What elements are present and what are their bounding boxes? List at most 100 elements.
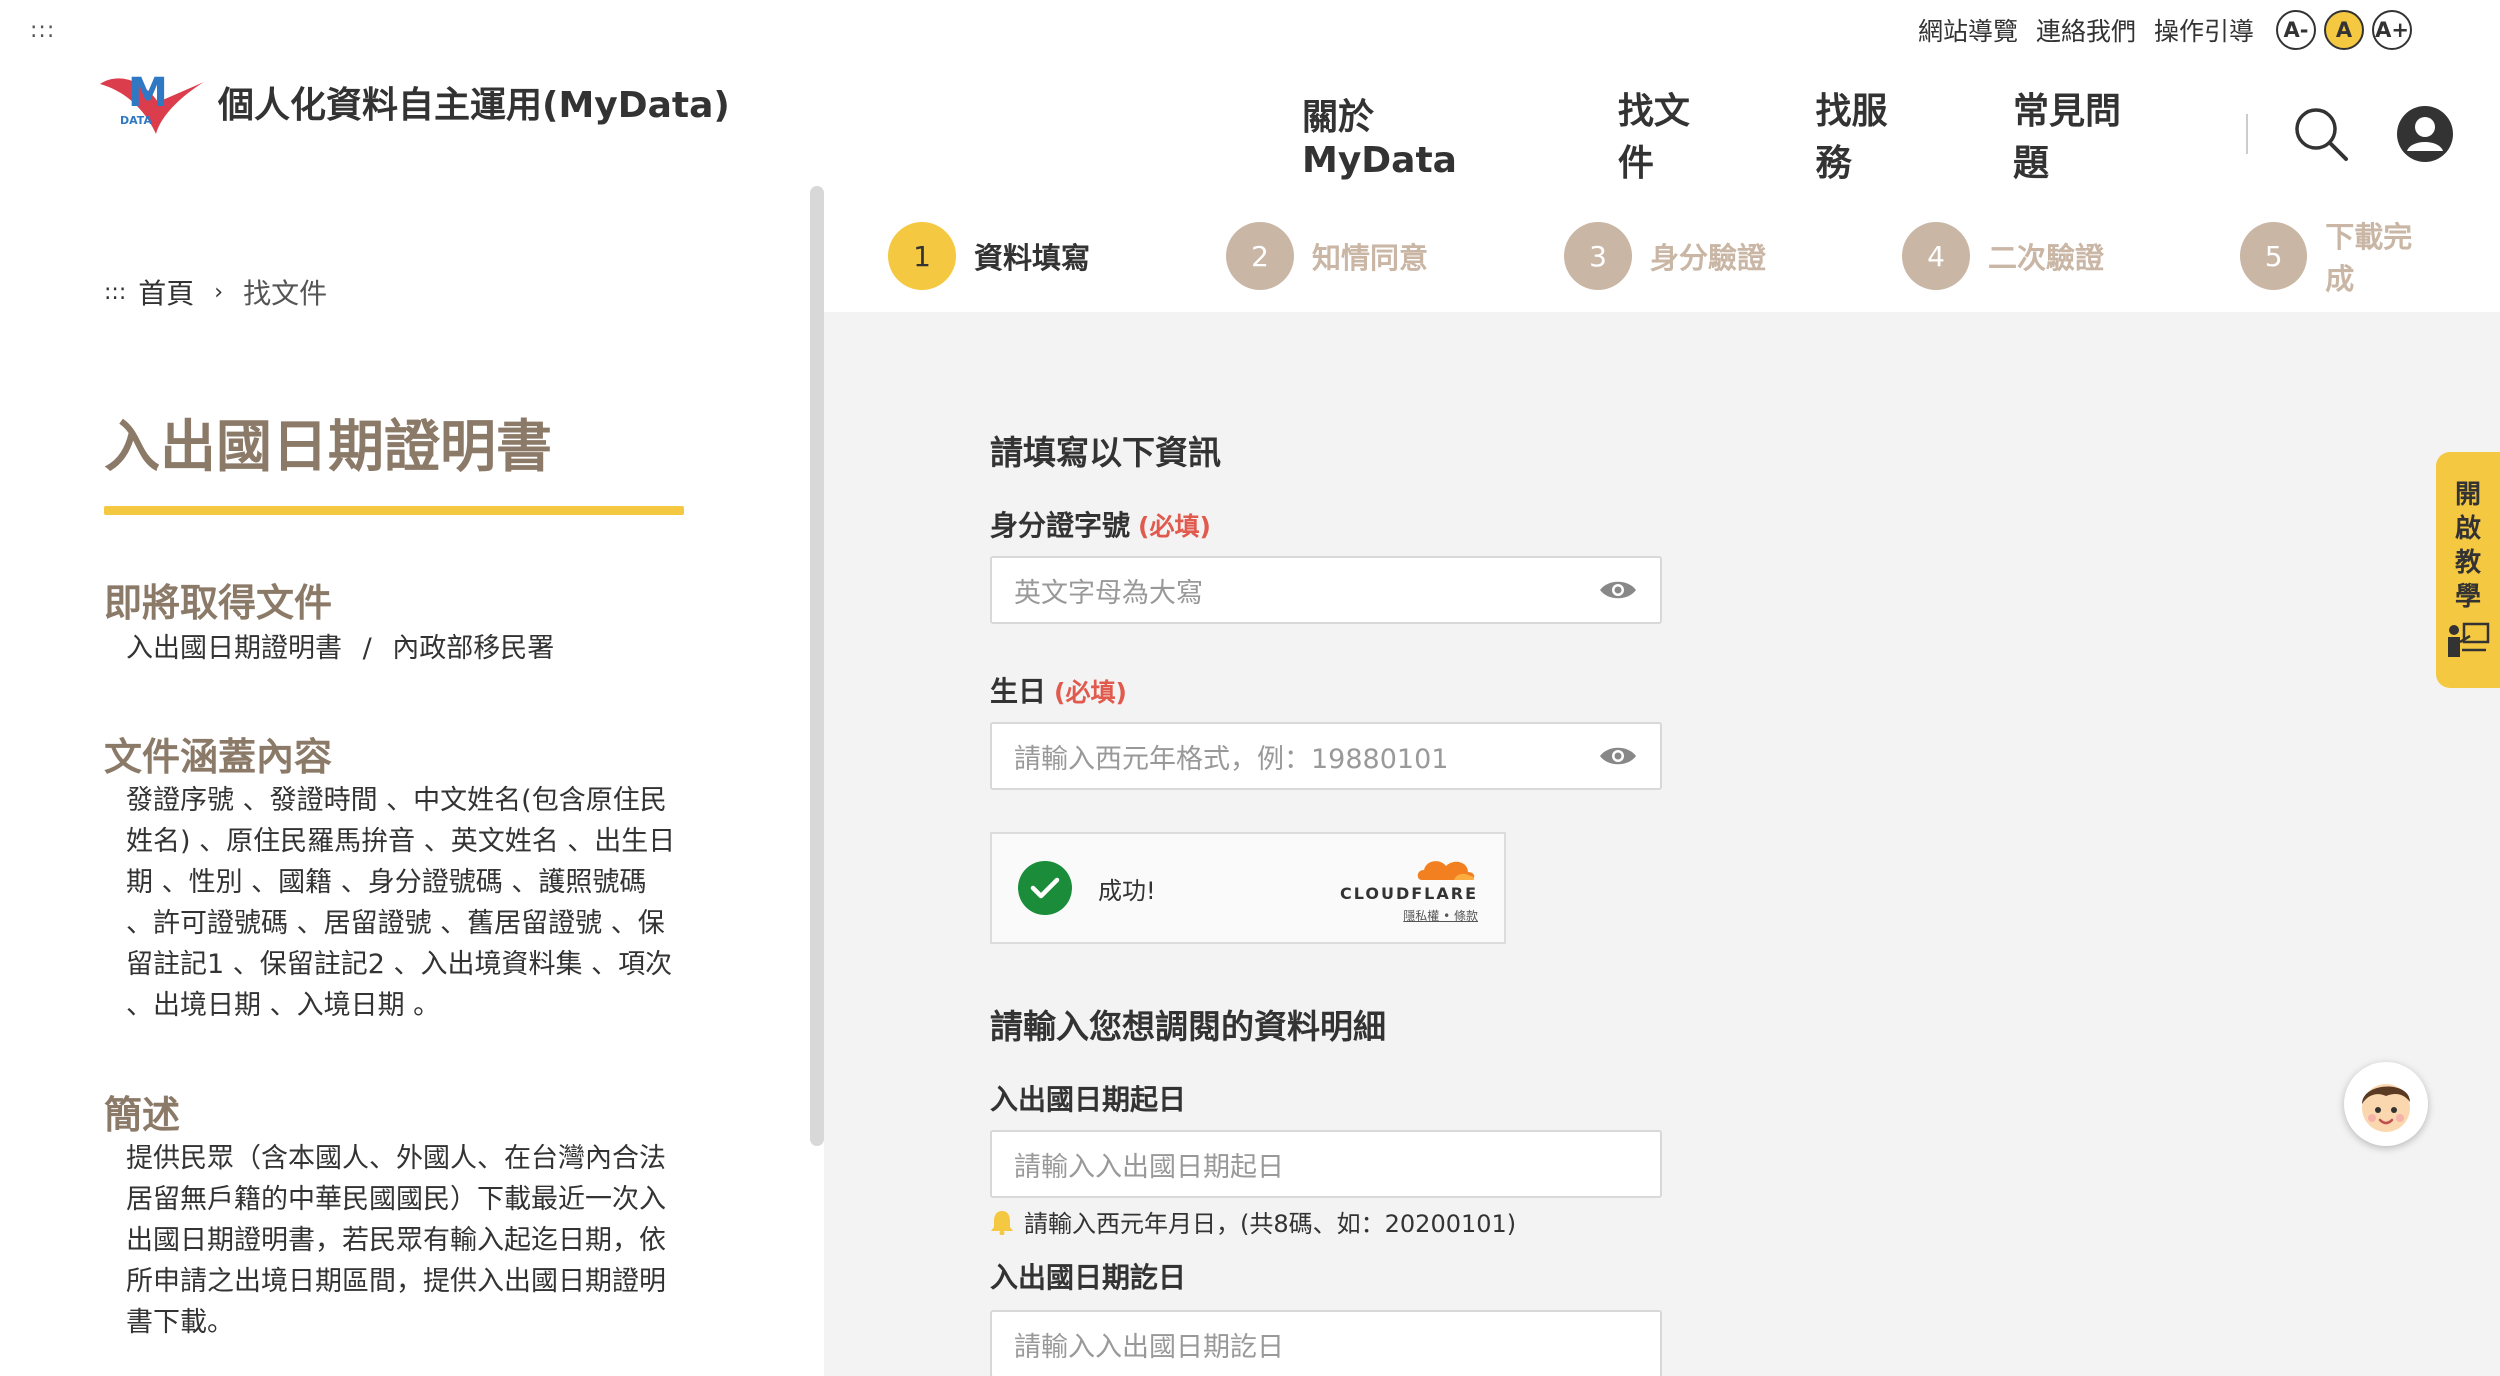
assistant-avatar-button[interactable]: [2344, 1062, 2428, 1146]
verification-status: 成功!: [1098, 876, 1156, 905]
id-number-placeholder: 英文字母為大寫: [1014, 577, 1203, 609]
step-label: 知情同意: [1312, 241, 1429, 275]
step-number: 4: [1902, 222, 1970, 290]
id-label: 身分證字號 (必填): [990, 504, 1211, 544]
left-scrollbar[interactable]: [810, 186, 824, 1146]
summary-line: 所申請之出境日期區間，提供入出國日期證明: [126, 1266, 666, 1297]
required-marker: (必填): [1054, 678, 1127, 707]
skip-link[interactable]: :::: [30, 18, 55, 43]
step-number: 2: [1226, 222, 1294, 290]
coverage-line: 姓名) 、原住民羅馬拚音 、英文姓名 、出生日: [126, 826, 676, 857]
breadcrumb: ::: 首頁 › 找文件: [104, 272, 327, 312]
open-tutorial-button[interactable]: 開 啟 教 學: [2436, 452, 2500, 688]
start-date-input[interactable]: 請輸入入出國日期起日: [990, 1130, 1662, 1198]
nav-about[interactable]: 關於MyData: [1302, 88, 1528, 181]
coverage-line: 發證序號 、發證時間 、中文姓名(包含原住民: [126, 785, 667, 816]
form-heading: 請填寫以下資訊: [990, 433, 1221, 472]
coverage-text: 發證序號 、發證時間 、中文姓名(包含原住民 姓名) 、原住民羅馬拚音 、英文姓…: [126, 780, 686, 1026]
step-label: 資料填寫: [974, 241, 1091, 275]
date-format-hint-text: 請輸入西元年月日，(共8碼、如：20200101): [1024, 1210, 1517, 1238]
start-date-placeholder: 請輸入入出國日期起日: [1014, 1151, 1284, 1183]
font-small-button[interactable]: A-: [2276, 10, 2316, 50]
step-label: 身分驗證: [1650, 241, 1767, 275]
coverage-line: 期 、性別 、國籍 、身分證號碼 、護照號碼: [126, 867, 647, 898]
tutorial-char: 教: [2454, 548, 2481, 578]
end-date-label: 入出國日期訖日: [990, 1261, 1187, 1294]
sitemap-link[interactable]: 網站導覽: [1918, 12, 2018, 48]
obtain-heading: 即將取得文件: [104, 581, 333, 625]
mydata-logo[interactable]: M DATA: [98, 62, 206, 138]
obtain-doc: 入出國日期證明書: [126, 633, 342, 664]
coverage-line: 、許可證號碼 、居留證號 、舊居留證號 、保: [126, 908, 665, 939]
step-consent: 2 知情同意: [1226, 214, 1564, 298]
required-marker: (必填): [1138, 512, 1211, 541]
step-identity: 3 身分驗證: [1564, 214, 1902, 298]
obtain-sep: /: [362, 633, 372, 664]
teacher-icon: [2448, 622, 2490, 657]
tutorial-char: 啟: [2454, 514, 2481, 544]
eye-icon[interactable]: [1598, 578, 1638, 602]
search-button[interactable]: [2292, 105, 2350, 163]
svg-text:M: M: [128, 70, 168, 116]
boy-avatar-icon: [2362, 1084, 2410, 1132]
step-number: 5: [2240, 222, 2308, 290]
start-date-label: 入出國日期起日: [990, 1083, 1187, 1116]
success-check-icon: [1018, 861, 1072, 915]
date-format-hint: 請輸入西元年月日，(共8碼、如：20200101): [990, 1204, 1516, 1239]
end-date-input[interactable]: 請輸入入出國日期訖日: [990, 1310, 1662, 1376]
coverage-line: 留註記1 、保留註記2 、入出境資料集 、項次: [126, 949, 673, 980]
summary-line: 居留無戶籍的中華民國國民）下載最近一次入: [126, 1184, 666, 1215]
user-button[interactable]: [2396, 105, 2454, 163]
birthday-placeholder: 請輸入西元年格式，例：19880101: [1014, 743, 1449, 775]
search-icon: [2295, 108, 2349, 161]
cloudflare-branding: CLOUDFLARE 隱私權 • 條款: [1340, 852, 1478, 924]
page-title: 入出國日期證明書: [104, 415, 552, 480]
detail-heading: 請輸入您想調閱的資料明細: [990, 1007, 1386, 1046]
nav-find-service[interactable]: 找服務: [1815, 82, 1923, 186]
id-number-input[interactable]: 英文字母為大寫: [990, 556, 1662, 624]
breadcrumb-skip[interactable]: :::: [104, 280, 126, 305]
breadcrumb-home[interactable]: 首頁: [138, 272, 194, 312]
font-medium-button[interactable]: A: [2324, 10, 2364, 50]
step-download: 5 下載完成: [2240, 214, 2440, 298]
nav-find-document[interactable]: 找文件: [1618, 82, 1726, 186]
tutorial-char: 學: [2454, 582, 2481, 612]
title-underline: [104, 506, 684, 515]
tutorial-char: 開: [2454, 480, 2481, 510]
birth-label: 生日 (必填): [990, 670, 1127, 710]
obtain-agency: 內政部移民署: [392, 633, 555, 664]
svg-text:DATA: DATA: [120, 114, 152, 127]
cloudflare-links[interactable]: 隱私權 • 條款: [1403, 907, 1478, 924]
nav-faq[interactable]: 常見問題: [2013, 82, 2156, 186]
summary-line: 書下載。: [126, 1307, 234, 1338]
step-fill-info: 1 資料填寫: [888, 214, 1226, 298]
step-number: 1: [888, 222, 956, 290]
summary-line: 出國日期證明書，若民眾有輸入起迄日期，依: [126, 1225, 666, 1256]
summary-text: 提供民眾（含本國人、外國人、在台灣內合法 居留無戶籍的中華民國國民）下載最近一次…: [126, 1138, 686, 1343]
breadcrumb-current[interactable]: 找文件: [243, 272, 327, 312]
cloudflare-cloud-icon: [1417, 861, 1475, 880]
site-brand[interactable]: 個人化資料自主運用(MyData): [218, 76, 730, 128]
cloudflare-wordmark: CLOUDFLARE: [1340, 884, 1478, 903]
summary-line: 提供民眾（含本國人、外國人、在台灣內合法: [126, 1143, 666, 1174]
eye-icon[interactable]: [1598, 744, 1638, 768]
nav-divider: [2246, 114, 2249, 154]
step-second-verify: 4 二次驗證: [1902, 214, 2240, 298]
guide-link[interactable]: 操作引導: [2154, 12, 2254, 48]
birth-label-text: 生日: [990, 675, 1047, 708]
logo-icon: M DATA: [100, 70, 204, 134]
id-label-text: 身分證字號: [990, 509, 1131, 542]
user-icon: [2397, 106, 2454, 162]
coverage-line: 、出境日期 、入境日期 。: [126, 990, 441, 1021]
contact-link[interactable]: 連絡我們: [2036, 12, 2136, 48]
bell-icon: [991, 1210, 1013, 1235]
font-size-controls: A- A A+: [2276, 10, 2412, 50]
step-number: 3: [1564, 222, 1632, 290]
progress-steps: 1 資料填寫 2 知情同意 3 身分驗證 4 二次驗證 5 下載完成: [888, 214, 2440, 298]
step-label: 二次驗證: [1988, 241, 2105, 275]
summary-heading: 簡述: [104, 1093, 181, 1137]
cloudflare-verification[interactable]: 成功! CLOUDFLARE 隱私權 • 條款: [990, 832, 1506, 944]
coverage-heading: 文件涵蓋內容: [104, 735, 333, 779]
birthday-input[interactable]: 請輸入西元年格式，例：19880101: [990, 722, 1662, 790]
font-large-button[interactable]: A+: [2372, 10, 2412, 50]
